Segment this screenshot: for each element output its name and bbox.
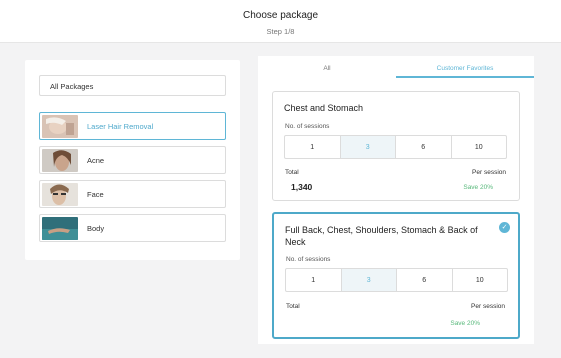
total-label: Total <box>286 303 300 310</box>
package-filter-select[interactable]: All Packages <box>39 75 226 96</box>
session-option-6[interactable]: 6 <box>396 136 452 158</box>
category-thumbnail <box>42 115 78 138</box>
savings-badge: Save 20% <box>463 184 493 191</box>
per-session-label: Per session <box>471 303 505 310</box>
category-label: Body <box>87 224 105 233</box>
session-count-selector: 1 3 6 10 <box>285 268 508 292</box>
category-label: Face <box>87 190 104 199</box>
category-label: Acne <box>87 156 105 165</box>
savings-badge: Save 20% <box>450 320 480 327</box>
package-title: Chest and Stomach <box>284 103 364 113</box>
category-item-acne[interactable]: Acne <box>39 146 226 174</box>
category-thumbnail <box>42 149 78 172</box>
session-option-1[interactable]: 1 <box>286 269 342 291</box>
sessions-label: No. of sessions <box>285 123 330 130</box>
packages-panel: All Customer Favorites Chest and Stomach… <box>258 56 534 344</box>
package-card-chest-and-stomach[interactable]: Chest and Stomach No. of sessions 1 3 6 … <box>272 91 520 201</box>
session-count-selector: 1 3 6 10 <box>284 135 507 159</box>
category-item-face[interactable]: Face <box>39 180 226 208</box>
session-option-10[interactable]: 10 <box>452 136 507 158</box>
tab-all[interactable]: All <box>258 56 396 78</box>
page-title: Choose package <box>242 10 319 21</box>
sessions-label: No. of sessions <box>286 256 331 263</box>
category-item-laser-hair-removal[interactable]: Laser Hair Removal <box>39 112 226 140</box>
category-thumbnail <box>42 217 78 240</box>
per-session-label: Per session <box>472 169 506 176</box>
session-option-1[interactable]: 1 <box>285 136 341 158</box>
total-price: 1,340 <box>291 182 313 192</box>
package-card-full-back[interactable]: Full Back, Chest, Shoulders, Stomach & B… <box>272 212 520 339</box>
session-option-3[interactable]: 3 <box>340 136 396 158</box>
category-item-body[interactable]: Body <box>39 214 226 242</box>
selected-check-icon: ✓ <box>499 222 510 233</box>
session-option-10[interactable]: 10 <box>453 269 508 291</box>
category-panel: All Packages Laser Hair Removal Acne Fac… <box>25 60 240 260</box>
step-indicator: Step 1/8 <box>266 27 295 36</box>
category-label: Laser Hair Removal <box>87 122 154 131</box>
category-thumbnail <box>42 183 78 206</box>
total-label: Total <box>285 169 299 176</box>
top-header: Choose package Step 1/8 <box>0 0 561 43</box>
session-option-6[interactable]: 6 <box>397 269 453 291</box>
session-option-3[interactable]: 3 <box>341 269 397 291</box>
package-title: Full Back, Chest, Shoulders, Stomach & B… <box>285 225 478 247</box>
tab-customer-favorites[interactable]: Customer Favorites <box>396 56 534 78</box>
